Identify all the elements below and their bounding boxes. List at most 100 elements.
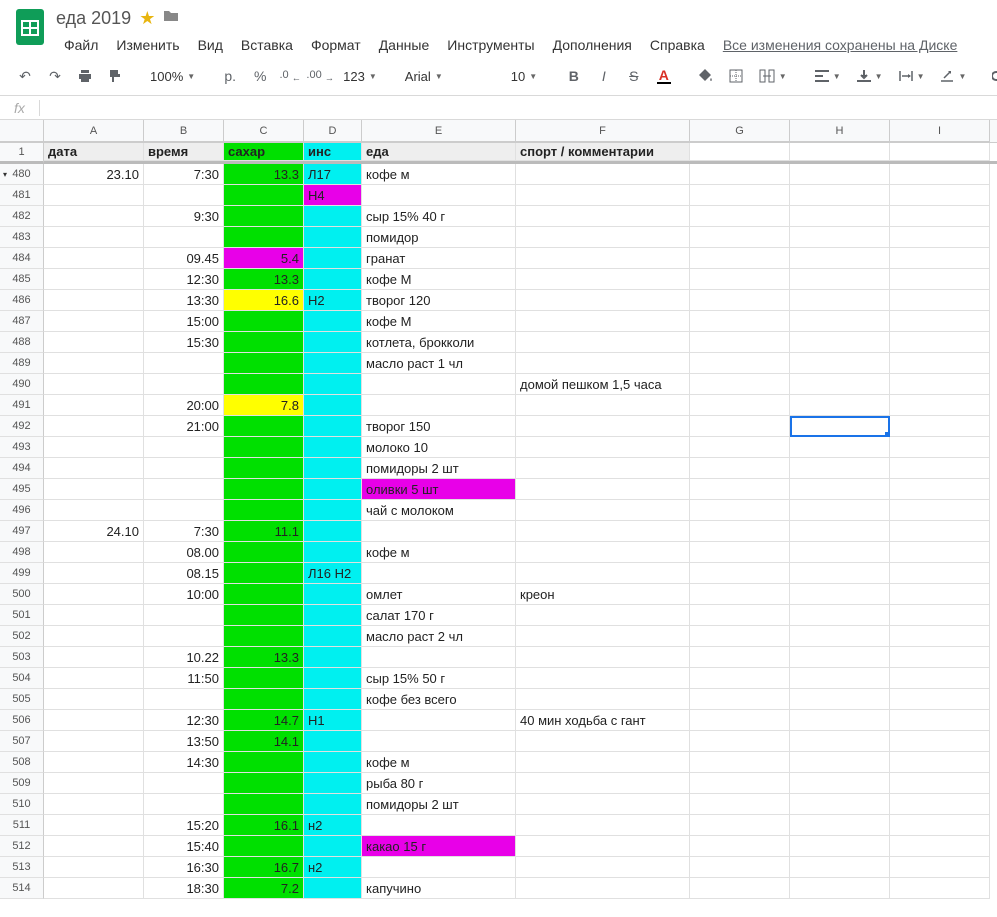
cell[interactable] xyxy=(304,542,362,563)
cell[interactable] xyxy=(790,563,890,584)
text-color-button[interactable]: A xyxy=(651,63,677,89)
cell[interactable]: какао 15 г xyxy=(362,836,516,857)
cell[interactable] xyxy=(690,395,790,416)
menu-инструменты[interactable]: Инструменты xyxy=(439,33,542,57)
cell[interactable] xyxy=(516,689,690,710)
cell[interactable] xyxy=(224,584,304,605)
cell[interactable] xyxy=(144,689,224,710)
cell[interactable] xyxy=(224,605,304,626)
cell[interactable]: домой пешком 1,5 часа xyxy=(516,374,690,395)
number-format-dropdown[interactable]: 123▼ xyxy=(337,63,383,89)
cell[interactable] xyxy=(516,647,690,668)
cell[interactable]: 40 мин ходьба с гант xyxy=(516,710,690,731)
row-header-505[interactable]: 505 xyxy=(0,689,44,710)
cell[interactable] xyxy=(890,227,990,248)
cell[interactable] xyxy=(790,773,890,794)
cell[interactable] xyxy=(304,605,362,626)
cell[interactable] xyxy=(44,752,144,773)
cell[interactable] xyxy=(690,605,790,626)
cell[interactable]: 23.10 xyxy=(44,164,144,185)
row-header-495[interactable]: 495 xyxy=(0,479,44,500)
cell[interactable] xyxy=(516,731,690,752)
cell[interactable] xyxy=(516,878,690,899)
cell[interactable] xyxy=(224,374,304,395)
cell[interactable] xyxy=(224,836,304,857)
cell[interactable]: 21:00 xyxy=(144,416,224,437)
cell[interactable] xyxy=(890,185,990,206)
cell[interactable] xyxy=(304,752,362,773)
cell[interactable] xyxy=(890,437,990,458)
row-header-489[interactable]: 489 xyxy=(0,353,44,374)
cell[interactable]: кофе м xyxy=(362,752,516,773)
cell[interactable] xyxy=(890,752,990,773)
cell[interactable] xyxy=(690,164,790,185)
cell[interactable] xyxy=(790,857,890,878)
cell[interactable] xyxy=(304,584,362,605)
cell[interactable] xyxy=(304,626,362,647)
cell[interactable] xyxy=(890,479,990,500)
cell[interactable]: сыр 15% 40 г xyxy=(362,206,516,227)
cell[interactable] xyxy=(790,269,890,290)
cell[interactable] xyxy=(304,479,362,500)
cell[interactable] xyxy=(144,353,224,374)
print-button[interactable] xyxy=(72,63,98,89)
cell[interactable] xyxy=(790,500,890,521)
cell[interactable]: 08.00 xyxy=(144,542,224,563)
cell[interactable] xyxy=(690,500,790,521)
cell[interactable] xyxy=(890,311,990,332)
cell[interactable] xyxy=(44,563,144,584)
cell[interactable] xyxy=(304,458,362,479)
cell[interactable] xyxy=(890,353,990,374)
cell[interactable]: 7:30 xyxy=(144,164,224,185)
cell[interactable] xyxy=(304,500,362,521)
header-cell-C[interactable]: сахар xyxy=(224,143,304,161)
col-header-A[interactable]: A xyxy=(44,120,144,142)
cell[interactable] xyxy=(516,521,690,542)
cell[interactable] xyxy=(516,857,690,878)
cell[interactable] xyxy=(224,185,304,206)
cell[interactable]: творог 150 xyxy=(362,416,516,437)
cell[interactable] xyxy=(690,227,790,248)
formula-input[interactable] xyxy=(40,96,997,119)
cell[interactable] xyxy=(890,857,990,878)
cell[interactable] xyxy=(44,332,144,353)
cell[interactable]: масло раст 1 чл xyxy=(362,353,516,374)
valign-button[interactable]: ▼ xyxy=(851,63,889,89)
col-header-B[interactable]: B xyxy=(144,120,224,142)
cell[interactable] xyxy=(890,395,990,416)
undo-button[interactable]: ↶ xyxy=(12,63,38,89)
cell[interactable] xyxy=(144,500,224,521)
decrease-decimal-button[interactable]: .0 ← xyxy=(277,63,303,89)
cell[interactable]: Л17 xyxy=(304,164,362,185)
cell[interactable] xyxy=(690,353,790,374)
cell[interactable] xyxy=(790,584,890,605)
cell[interactable] xyxy=(44,269,144,290)
cell[interactable] xyxy=(690,710,790,731)
cell[interactable] xyxy=(690,458,790,479)
cell[interactable]: помидоры 2 шт xyxy=(362,458,516,479)
header-cell-I[interactable] xyxy=(890,143,990,161)
cell[interactable] xyxy=(304,437,362,458)
cell[interactable]: 13.3 xyxy=(224,164,304,185)
cell[interactable]: 14.1 xyxy=(224,731,304,752)
cell[interactable] xyxy=(362,395,516,416)
row-header-510[interactable]: 510 xyxy=(0,794,44,815)
cell[interactable] xyxy=(690,521,790,542)
cell[interactable] xyxy=(224,542,304,563)
cell[interactable] xyxy=(304,332,362,353)
cell[interactable]: масло раст 2 чл xyxy=(362,626,516,647)
cell[interactable]: 5.4 xyxy=(224,248,304,269)
redo-button[interactable]: ↷ xyxy=(42,63,68,89)
cell[interactable] xyxy=(224,437,304,458)
cell[interactable] xyxy=(304,668,362,689)
cell[interactable] xyxy=(890,668,990,689)
cell[interactable] xyxy=(516,269,690,290)
cell[interactable]: омлет xyxy=(362,584,516,605)
cell[interactable]: н2 xyxy=(304,815,362,836)
cell[interactable] xyxy=(44,248,144,269)
cell[interactable] xyxy=(890,374,990,395)
cell[interactable] xyxy=(790,521,890,542)
cell[interactable] xyxy=(144,605,224,626)
cell[interactable]: 16:30 xyxy=(144,857,224,878)
menu-дополнения[interactable]: Дополнения xyxy=(545,33,640,57)
